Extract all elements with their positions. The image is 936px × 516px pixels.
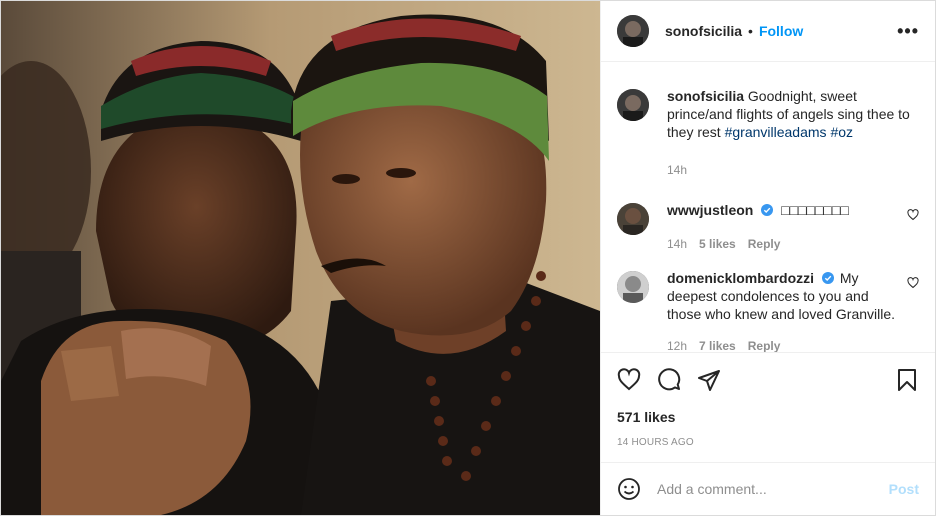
post-timestamp[interactable]: 14 HOURS AGO (617, 437, 919, 448)
hashtag-link[interactable]: #oz (830, 124, 853, 140)
caption: sonofsicilia Goodnight, sweet prince/and… (617, 87, 919, 179)
comment-item: domenicklombardozzi My deepest condolenc… (617, 269, 919, 352)
caption-meta: 14h (667, 161, 919, 179)
comment-meta: 12h 7 likes Reply (667, 337, 901, 352)
more-options-icon[interactable]: ••• (897, 21, 919, 42)
likes-count[interactable]: 571 likes (617, 409, 919, 425)
comment-input[interactable] (657, 481, 889, 497)
post-photo (1, 1, 600, 515)
post-actions: 571 likes 14 HOURS AGO (601, 352, 935, 462)
avatar-image (617, 89, 649, 121)
verified-badge-icon (761, 204, 774, 216)
caption-body: sonofsicilia Goodnight, sweet prince/and… (667, 87, 919, 179)
post-comment-button[interactable]: Post (889, 481, 919, 497)
reply-button[interactable]: Reply (748, 337, 781, 352)
username[interactable]: sonofsicilia (665, 23, 742, 39)
bookmark-icon[interactable] (895, 368, 919, 392)
post-header: sonofsicilia • Follow ••• (601, 1, 935, 62)
comment-like-icon[interactable] (907, 277, 919, 289)
caption-time[interactable]: 14h (667, 161, 687, 179)
emoji-icon[interactable] (617, 477, 641, 501)
comment-icon[interactable] (657, 368, 681, 392)
avatar-image (617, 271, 649, 303)
avatar-image (617, 15, 649, 47)
comment-time[interactable]: 14h (667, 235, 687, 253)
hashtag-link[interactable]: #granvilleadams (725, 124, 827, 140)
comment-username[interactable]: domenicklombardozzi (667, 270, 814, 286)
caption-username[interactable]: sonofsicilia (667, 88, 744, 104)
post-sidebar: sonofsicilia • Follow ••• sonofsicilia G… (600, 1, 935, 515)
heart-icon[interactable] (617, 368, 641, 392)
avatar[interactable] (617, 15, 649, 47)
post-image[interactable] (1, 1, 600, 515)
comment-like-icon[interactable] (907, 209, 919, 221)
avatar-image (617, 203, 649, 235)
action-icons (617, 353, 919, 407)
verified-badge-icon (821, 272, 834, 284)
comment-body: wwwjustleon □□□□□□□□ 14h 5 likes Reply (667, 201, 919, 253)
comment-time[interactable]: 12h (667, 337, 687, 352)
comment-body: domenicklombardozzi My deepest condolenc… (667, 269, 919, 352)
comment-text: □□□□□□□□ (781, 202, 849, 218)
comment-likes[interactable]: 7 likes (699, 337, 736, 352)
instagram-post: sonofsicilia • Follow ••• sonofsicilia G… (0, 0, 936, 516)
avatar[interactable] (617, 203, 649, 235)
follow-button[interactable]: Follow (759, 23, 803, 39)
avatar[interactable] (617, 271, 649, 303)
avatar[interactable] (617, 89, 649, 121)
comment-username[interactable]: wwwjustleon (667, 202, 753, 218)
add-comment-bar: Post (601, 462, 935, 515)
reply-button[interactable]: Reply (748, 235, 781, 253)
separator-dot: • (748, 23, 753, 39)
share-icon[interactable] (697, 368, 721, 392)
comment-meta: 14h 5 likes Reply (667, 235, 901, 253)
comments-list: sonofsicilia Goodnight, sweet prince/and… (601, 62, 935, 352)
comment-likes[interactable]: 5 likes (699, 235, 736, 253)
comment-item: wwwjustleon □□□□□□□□ 14h 5 likes Reply (617, 201, 919, 253)
